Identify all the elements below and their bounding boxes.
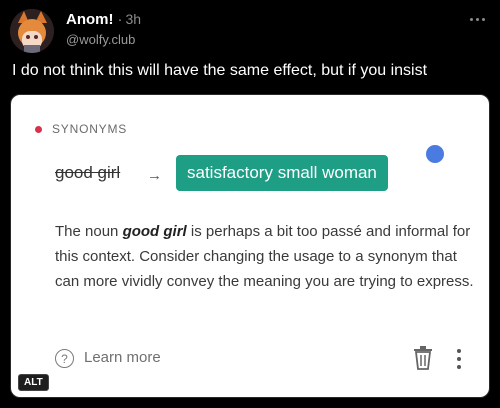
- explanation-pre: The noun: [55, 223, 123, 240]
- kebab-menu-icon[interactable]: [457, 349, 461, 369]
- section-dot: [35, 125, 42, 133]
- suggestion-button[interactable]: satisfactory small woman: [176, 155, 388, 191]
- display-name-text[interactable]: Anom!: [66, 11, 114, 28]
- learn-more-link[interactable]: Learn more: [84, 349, 161, 366]
- post-text: I do not think this will have the same e…: [12, 62, 428, 79]
- more-options-icon[interactable]: [470, 16, 488, 22]
- alt-badge[interactable]: ALT: [18, 374, 49, 391]
- explanation-text: The noun good girl is perhaps a bit too …: [55, 219, 475, 294]
- avatar[interactable]: [10, 9, 54, 53]
- timestamp[interactable]: 3h: [126, 11, 142, 27]
- post-container: Anom! · 3h @wolfy.club I do not think this…: [0, 0, 500, 408]
- post-image[interactable]: SYNONYMS good girl → satisfactory small …: [10, 94, 490, 398]
- section-header: SYNONYMS: [35, 122, 127, 136]
- avatar-illustration: [10, 9, 54, 53]
- explanation-term: good girl: [122, 223, 187, 240]
- trash-icon[interactable]: [413, 346, 433, 370]
- display-name[interactable]: Anom! · 3h: [66, 11, 141, 28]
- original-word: good girl: [55, 163, 121, 182]
- user-handle[interactable]: @wolfy.club: [66, 32, 135, 47]
- pointer-dot: [426, 145, 444, 163]
- section-label: SYNONYMS: [52, 122, 128, 136]
- arrow-right-icon: →: [147, 167, 162, 184]
- help-icon[interactable]: ?: [55, 349, 74, 368]
- separator: ·: [117, 11, 123, 28]
